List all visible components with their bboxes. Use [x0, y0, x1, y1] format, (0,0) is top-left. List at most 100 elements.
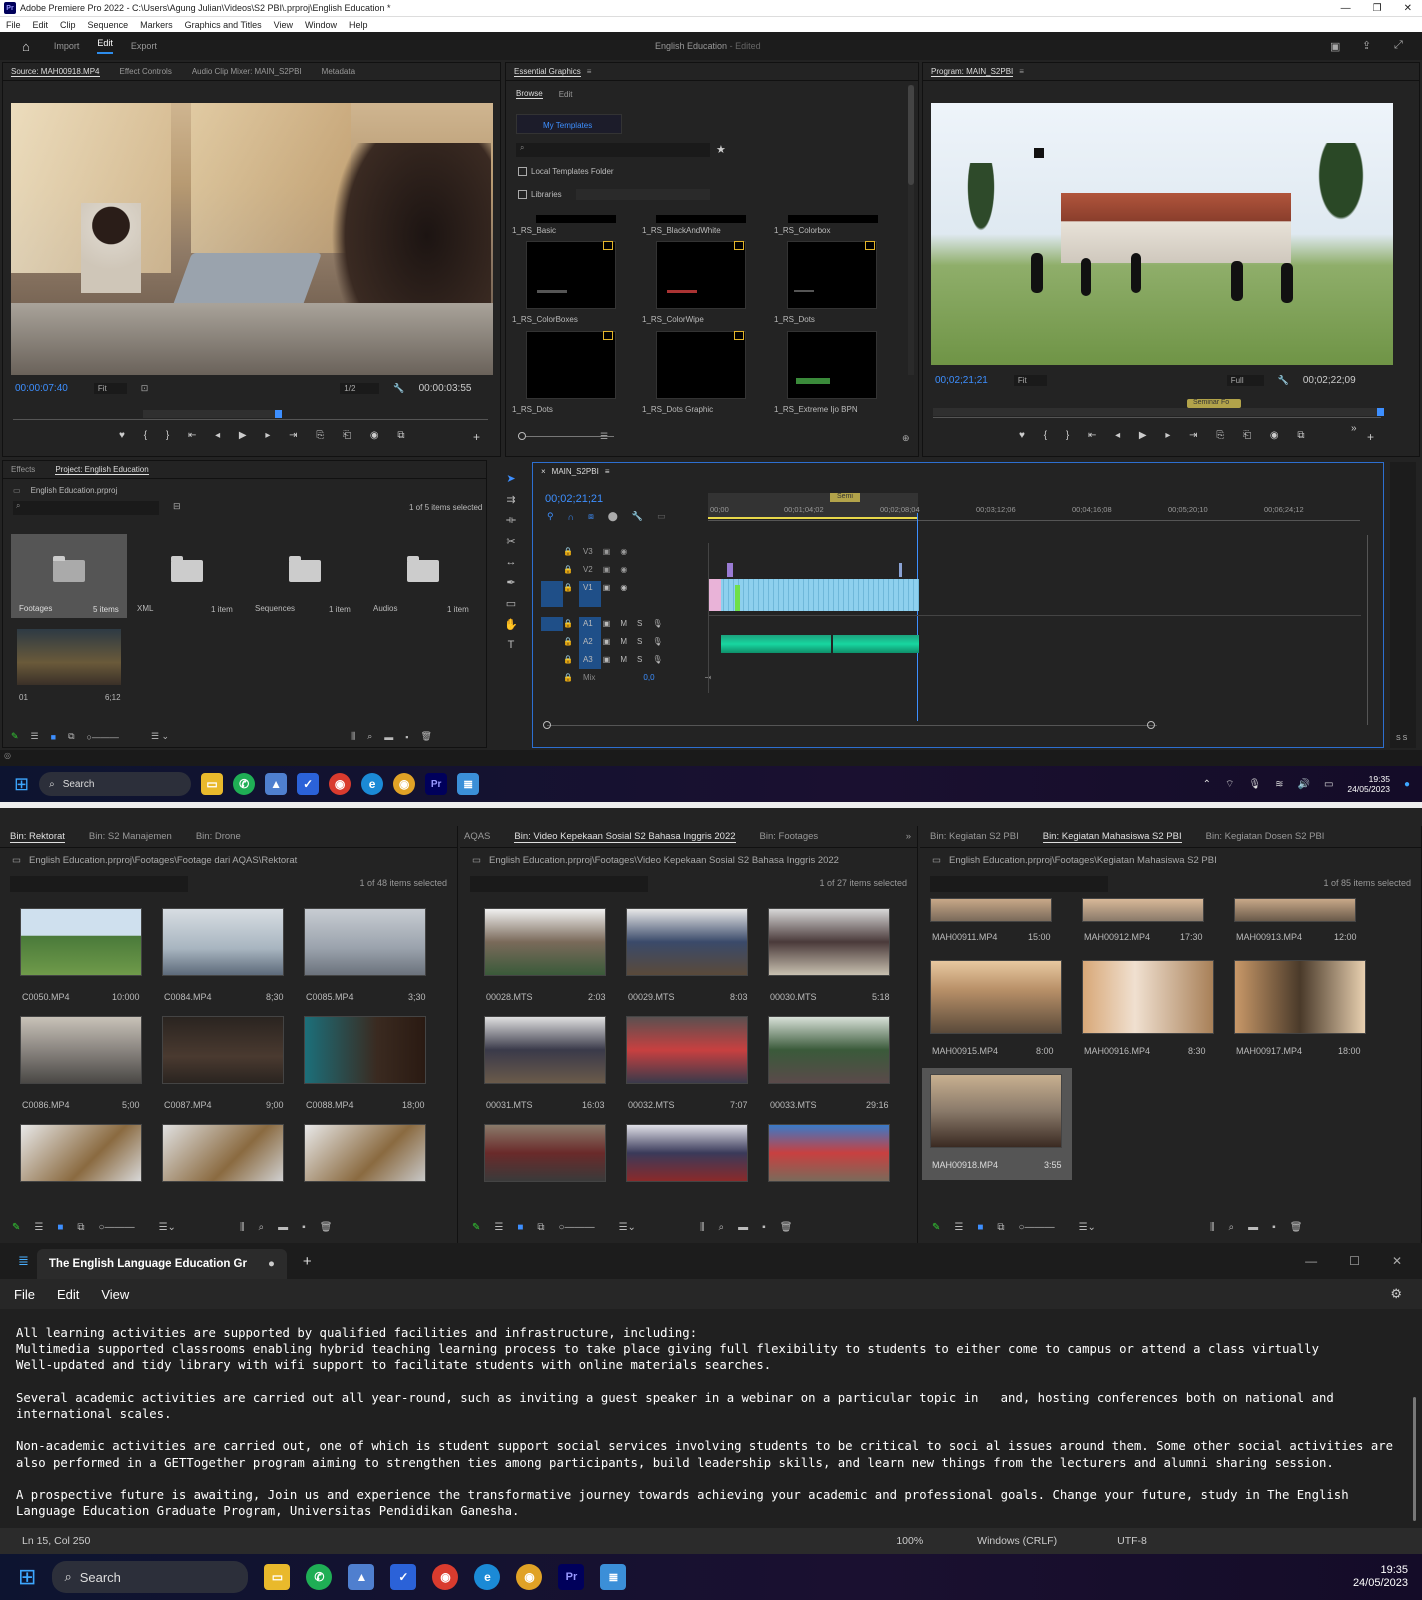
icon-view-icon[interactable]: ■ [51, 732, 56, 742]
battery-icon[interactable]: ▭ [1324, 779, 1333, 790]
add-button-icon[interactable]: + [473, 430, 480, 444]
freeform-view-icon[interactable]: ⧉ [537, 1222, 544, 1233]
new-search-bin-icon[interactable]: ⊟ [173, 501, 181, 512]
zoom-level[interactable]: 100% [896, 1535, 923, 1547]
mix-value[interactable]: 0,0 [643, 673, 654, 682]
find-icon[interactable]: ⌕ [259, 1222, 265, 1233]
local-templates-checkbox[interactable] [518, 167, 527, 176]
pen-icon[interactable]: ✒ [506, 576, 515, 589]
tab-bin[interactable]: Bin: Kegiatan Mahasiswa S2 PBI [1042, 831, 1182, 843]
add-button-icon[interactable]: + [1367, 430, 1374, 444]
sort-icon[interactable]: ☰⌄ [1079, 1222, 1096, 1233]
eg-scrollbar[interactable] [908, 85, 914, 375]
premiere-taskbar-icon[interactable]: Pr [425, 773, 448, 795]
list-view-icon[interactable]: ☰ [954, 1222, 963, 1233]
tab-bin[interactable]: Bin: S2 Manajemen [89, 831, 172, 842]
sync-icon[interactable]: ▣ [603, 565, 611, 574]
clip-thumbnail[interactable] [626, 908, 748, 976]
nav-import[interactable]: Import [54, 41, 80, 51]
more-icon[interactable]: » [1351, 423, 1357, 434]
source-video[interactable] [11, 103, 493, 375]
list-view-icon[interactable]: ☰ [34, 1222, 43, 1233]
tab-eg-edit[interactable]: Edit [559, 90, 573, 99]
clip-thumbnail[interactable] [768, 908, 890, 976]
new-item-icon[interactable]: ▪ [405, 732, 408, 742]
vertical-scroll[interactable] [1367, 535, 1368, 725]
close-sequence-icon[interactable]: × [541, 467, 546, 476]
clip-thumbnail[interactable] [1234, 960, 1366, 1034]
menu-edit[interactable]: Edit [33, 20, 49, 30]
unsaved-dot-icon[interactable]: ● [268, 1258, 275, 1270]
v1-clips[interactable] [709, 579, 919, 611]
photos-icon[interactable]: ▲ [348, 1564, 375, 1590]
bin-sequences[interactable]: Sequences 1 item [247, 534, 363, 618]
mic-icon[interactable]: 🎙 [652, 637, 662, 646]
template-thumbnail[interactable] [656, 331, 746, 399]
clip-thumbnail[interactable] [1082, 960, 1214, 1034]
template-thumbnail[interactable] [526, 331, 616, 399]
bin-audios[interactable]: Audios 1 item [365, 534, 481, 618]
more-tabs-icon[interactable]: » [906, 831, 917, 842]
lock-icon[interactable]: 🔒 [563, 637, 573, 646]
clip-thumbnail[interactable] [304, 1124, 426, 1182]
trash-icon[interactable]: 🗑 [320, 1222, 333, 1233]
clip-thumbnail[interactable] [930, 1074, 1062, 1148]
zoom-slider-icon[interactable]: ○——— [559, 1222, 595, 1233]
zoom-slider-icon[interactable]: ○——— [87, 732, 119, 742]
program-marker[interactable]: Seminar Fo [1187, 399, 1241, 408]
program-timecode[interactable]: 00;02;21;21 [935, 375, 988, 386]
program-quality-select[interactable]: Full [1226, 375, 1264, 386]
star-icon[interactable]: ★ [716, 143, 726, 156]
new-item-icon[interactable]: ▪ [1272, 1222, 1276, 1233]
clip-thumbnail[interactable] [20, 1016, 142, 1084]
pencil-icon[interactable]: ✎ [932, 1222, 940, 1233]
source-patch-v1[interactable] [541, 581, 563, 607]
maximize-icon[interactable]: ❐ [1373, 3, 1382, 14]
clip-thumbnail[interactable] [304, 908, 426, 976]
find-icon[interactable]: ⌕ [719, 1222, 725, 1233]
edge-icon[interactable]: e [361, 773, 384, 795]
bin-search-input[interactable] [930, 876, 1108, 892]
sort-icon[interactable]: ☰ [600, 431, 608, 442]
lock-icon[interactable]: 🔒 [563, 583, 573, 592]
program-video[interactable] [931, 103, 1393, 365]
notepad-text-area[interactable]: All learning activities are supported by… [16, 1325, 1402, 1519]
tab-browse[interactable]: Browse [516, 89, 543, 99]
start-icon[interactable]: ⊞ [14, 774, 29, 795]
zoom-slider-icon[interactable]: ○——— [99, 1222, 135, 1233]
wrench-icon[interactable]: 🔧 [632, 511, 643, 522]
bin-footages[interactable]: Footages 5 items [11, 534, 127, 618]
workspace-icon[interactable]: ▣ [1330, 40, 1340, 53]
chrome-icon[interactable]: ◉ [329, 773, 352, 795]
clip-thumbnail[interactable] [768, 1016, 890, 1084]
source-timecode[interactable]: 00:00:07:40 [15, 383, 68, 394]
fullscreen-icon[interactable]: ⤢ [1394, 39, 1403, 52]
trash-icon[interactable]: 🗑 [1290, 1222, 1303, 1233]
minimize-icon[interactable]: — [1305, 1254, 1317, 1268]
sort-icon[interactable]: ☰ ⌄ [151, 731, 169, 742]
sync-icon[interactable]: ▣ [603, 619, 611, 628]
automate-icon[interactable]: ⫼ [351, 731, 355, 742]
time-ruler[interactable]: 00;00 00;01;04;02 00;02;08;04 00;03;12;0… [708, 493, 1360, 521]
network-icon[interactable]: ⌔ [1225, 778, 1234, 791]
pencil-icon[interactable]: ✎ [12, 1222, 20, 1233]
tab-bin[interactable]: AQAS [464, 831, 490, 842]
template-thumbnail[interactable] [787, 331, 877, 399]
wrench-icon[interactable]: 🔧 [393, 383, 404, 394]
chevron-up-icon[interactable]: ⌃ [1203, 779, 1211, 790]
panel-menu-icon[interactable]: ≡ [587, 67, 592, 76]
track-select-icon[interactable]: ⇉ [506, 493, 515, 506]
notepad-scrollbar[interactable] [1413, 1397, 1416, 1521]
clip-thumbnail[interactable] [162, 1124, 284, 1182]
find-icon[interactable]: ⌕ [1229, 1222, 1235, 1233]
whatsapp-icon[interactable]: ✆ [306, 1564, 333, 1590]
source-fit-select[interactable]: Fit [93, 383, 127, 394]
tab-bin[interactable]: Bin: Video Kepekaan Sosial S2 Bahasa Ing… [514, 831, 736, 843]
tab-bin[interactable]: Bin: Kegiatan Dosen S2 PBI [1206, 831, 1325, 842]
lock-icon[interactable]: 🔒 [563, 547, 573, 556]
pencil-icon[interactable]: ✎ [11, 731, 19, 742]
line-ending[interactable]: Windows (CRLF) [977, 1535, 1057, 1547]
menu-file[interactable]: File [6, 20, 21, 30]
slip-icon[interactable]: ↔ [506, 556, 517, 568]
clip-thumbnail[interactable] [768, 1124, 890, 1182]
